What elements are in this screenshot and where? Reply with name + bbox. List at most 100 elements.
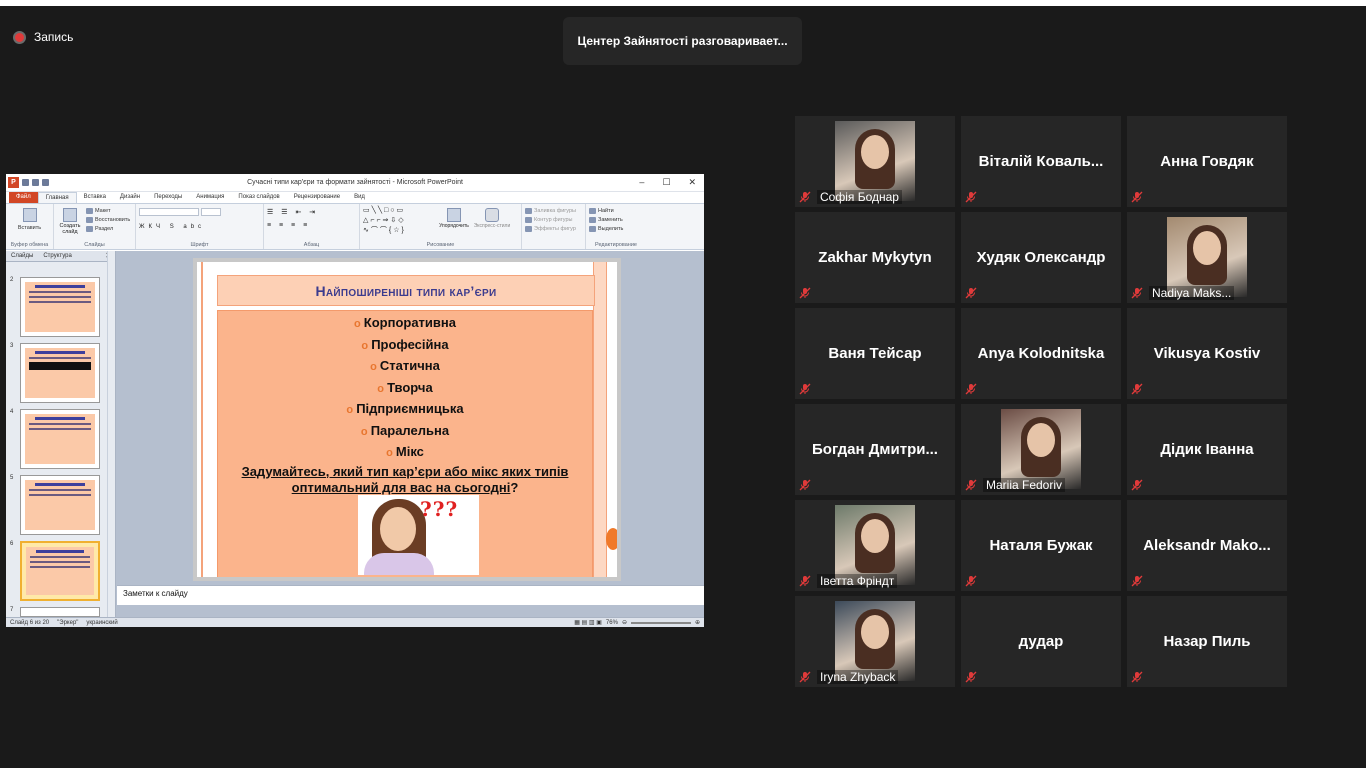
- participant-tile[interactable]: Mariia Fedoriv: [961, 404, 1121, 495]
- slide-thumbnail-2[interactable]: [20, 277, 100, 337]
- tab-design[interactable]: Дизайн: [113, 192, 147, 203]
- close-icon[interactable]: ✕: [688, 177, 696, 188]
- shape-fill-button[interactable]: Заливка фигуры: [525, 206, 582, 215]
- font-size-box[interactable]: [201, 208, 221, 216]
- participant-tile[interactable]: Анна Говдяк: [1127, 116, 1287, 207]
- participant-tile[interactable]: Iryna Zhyback: [795, 596, 955, 687]
- paste-icon[interactable]: [22, 208, 37, 222]
- mic-muted-icon: [965, 575, 977, 587]
- tab-review[interactable]: Рецензирование: [287, 192, 347, 203]
- layout-button[interactable]: Макет: [86, 206, 130, 215]
- zoom-out-icon[interactable]: ⊖: [622, 619, 627, 626]
- restore-icon: [86, 216, 93, 223]
- participant-tile[interactable]: дудар: [961, 596, 1121, 687]
- font-format-icons[interactable]: ЖКЧ S abc: [139, 224, 260, 230]
- notes-field[interactable]: Заметки к слайду: [117, 585, 704, 605]
- notes-placeholder: Заметки к слайду: [123, 589, 188, 598]
- current-slide[interactable]: Найпоширеніші типи кар’єри Корпоративна …: [193, 258, 621, 581]
- participant-tile[interactable]: Богдан Дмитри...: [795, 404, 955, 495]
- slide-title-box[interactable]: Найпоширеніші типи кар’єри: [217, 275, 595, 306]
- slide-thumbnail-4[interactable]: [20, 409, 100, 469]
- arrange-button[interactable]: Упорядочить: [439, 223, 469, 229]
- tab-outline[interactable]: Структура: [38, 251, 76, 261]
- participant-name: Анна Говдяк: [1160, 153, 1254, 170]
- find-button[interactable]: Найти: [589, 206, 643, 215]
- participant-tile[interactable]: Назар Пиль: [1127, 596, 1287, 687]
- slide-thumbnail-6[interactable]: [20, 541, 100, 601]
- participant-tile[interactable]: Nadiya Maks...: [1127, 212, 1287, 303]
- participant-name: Іветта Фріндт: [817, 574, 898, 588]
- participant-tile[interactable]: Vikusya Kostiv: [1127, 308, 1287, 399]
- participant-tile[interactable]: Anya Kolodnitska: [961, 308, 1121, 399]
- zoom-slider[interactable]: [630, 621, 691, 624]
- question-line-2: оптимальний для вас на сьогодні: [291, 479, 511, 495]
- mic-muted-icon: [1131, 479, 1143, 491]
- view-buttons-icon[interactable]: ▦ ▤ ▥ ▣: [574, 619, 602, 626]
- express-styles-button[interactable]: Экспресс-стили: [473, 223, 511, 229]
- create-slide-button[interactable]: Создать слайд: [57, 223, 83, 235]
- participant-tile[interactable]: Софія Боднар: [795, 116, 955, 207]
- question-marks: ???: [420, 497, 459, 521]
- tab-file[interactable]: Файл: [9, 192, 38, 203]
- replace-button[interactable]: Заменить: [589, 215, 643, 224]
- new-slide-icon[interactable]: [63, 208, 77, 222]
- slides-pane[interactable]: Слайды Структура ✕ 2 3 4 5 6 7: [6, 251, 116, 617]
- arrange-icon[interactable]: [447, 208, 461, 222]
- participant-tile[interactable]: Aleksandr Mako...: [1127, 500, 1287, 591]
- participant-name: Дідик Іванна: [1160, 441, 1254, 458]
- participant-tile[interactable]: Zakhar Mykytyn: [795, 212, 955, 303]
- slide-body[interactable]: Корпоративна Професійна Статична Творча …: [217, 310, 593, 577]
- section-button[interactable]: Раздел: [86, 224, 130, 233]
- restore-button[interactable]: Восстановить: [86, 215, 130, 224]
- participant-video: [1167, 217, 1247, 297]
- tab-insert[interactable]: Вставка: [77, 192, 113, 203]
- align-icons[interactable]: ≡ ≡ ≡ ≡: [267, 222, 356, 229]
- participant-tile[interactable]: Худяк Олександр: [961, 212, 1121, 303]
- shape-outline-button[interactable]: Контур фигуры: [525, 215, 582, 224]
- section-label: Раздел: [95, 225, 114, 232]
- slide-thumbnail-3[interactable]: [20, 343, 100, 403]
- participant-tile[interactable]: Віталій Коваль...: [961, 116, 1121, 207]
- recording-indicator[interactable]: Запись: [13, 30, 73, 44]
- participant-tile[interactable]: Ваня Тейсар: [795, 308, 955, 399]
- mic-muted-icon: [799, 671, 811, 683]
- express-styles-icon[interactable]: [485, 208, 499, 222]
- tab-animation[interactable]: Анимация: [189, 192, 231, 203]
- thinking-girl-image: ???: [358, 495, 479, 575]
- participant-tile[interactable]: Іветта Фріндт: [795, 500, 955, 591]
- tab-slides[interactable]: Слайды: [6, 251, 38, 261]
- shared-screen[interactable]: P Сучасні типи кар'єри та формати зайнят…: [6, 174, 704, 627]
- slide-title: Найпоширеніші типи кар’єри: [315, 282, 497, 299]
- tab-view[interactable]: Вид: [347, 192, 372, 203]
- shapes-gallery-icon[interactable]: ▭╲╲□○▭ △⌐⌐⇒⇩◇ ∿⌒⌒{☆}: [363, 206, 435, 236]
- mic-muted-icon: [965, 671, 977, 683]
- font-name-box[interactable]: [139, 208, 199, 216]
- paste-button[interactable]: Вставить: [9, 223, 50, 232]
- shape-effects-label: Эффекты фигур: [534, 225, 576, 232]
- shape-outline-label: Контур фигуры: [534, 216, 573, 223]
- participant-tile[interactable]: Наталя Бужак: [961, 500, 1121, 591]
- font-group: ЖКЧ S abc Шрифт: [136, 204, 264, 249]
- list-item: Статична: [218, 356, 592, 378]
- shape-effects-button[interactable]: Эффекты фигур: [525, 224, 582, 233]
- tab-transitions[interactable]: Переходы: [147, 192, 189, 203]
- tab-home[interactable]: Главная: [37, 192, 77, 203]
- participant-tile[interactable]: Дідик Іванна: [1127, 404, 1287, 495]
- select-button[interactable]: Выделить: [589, 224, 643, 233]
- slide-question: Задумайтесь, який тип кар’єри або мікс я…: [218, 464, 592, 496]
- maximize-icon[interactable]: ☐: [662, 177, 670, 188]
- slide-thumbnail-7[interactable]: [20, 607, 100, 617]
- replace-icon: [589, 216, 596, 223]
- list-item: Корпоративна: [218, 313, 592, 335]
- tab-slideshow[interactable]: Показ слайдов: [231, 192, 286, 203]
- zoom-in-icon[interactable]: ⊕: [695, 619, 700, 626]
- drawing-group: ▭╲╲□○▭ △⌐⌐⇒⇩◇ ∿⌒⌒{☆} Упорядочить Экспрес…: [360, 204, 522, 249]
- list-icons[interactable]: ☰ ☰ ⇤ ⇥: [267, 208, 356, 216]
- slide-editing-area[interactable]: Найпоширеніші типи кар’єри Корпоративна …: [117, 251, 704, 583]
- minimize-icon[interactable]: –: [639, 177, 644, 188]
- slides-pane-scrollbar[interactable]: [107, 251, 115, 617]
- participant-name: Anya Kolodnitska: [977, 345, 1105, 362]
- zoom-level[interactable]: 76%: [606, 620, 618, 626]
- slide-thumbnail-5[interactable]: [20, 475, 100, 535]
- language-indicator[interactable]: украинский: [86, 620, 117, 626]
